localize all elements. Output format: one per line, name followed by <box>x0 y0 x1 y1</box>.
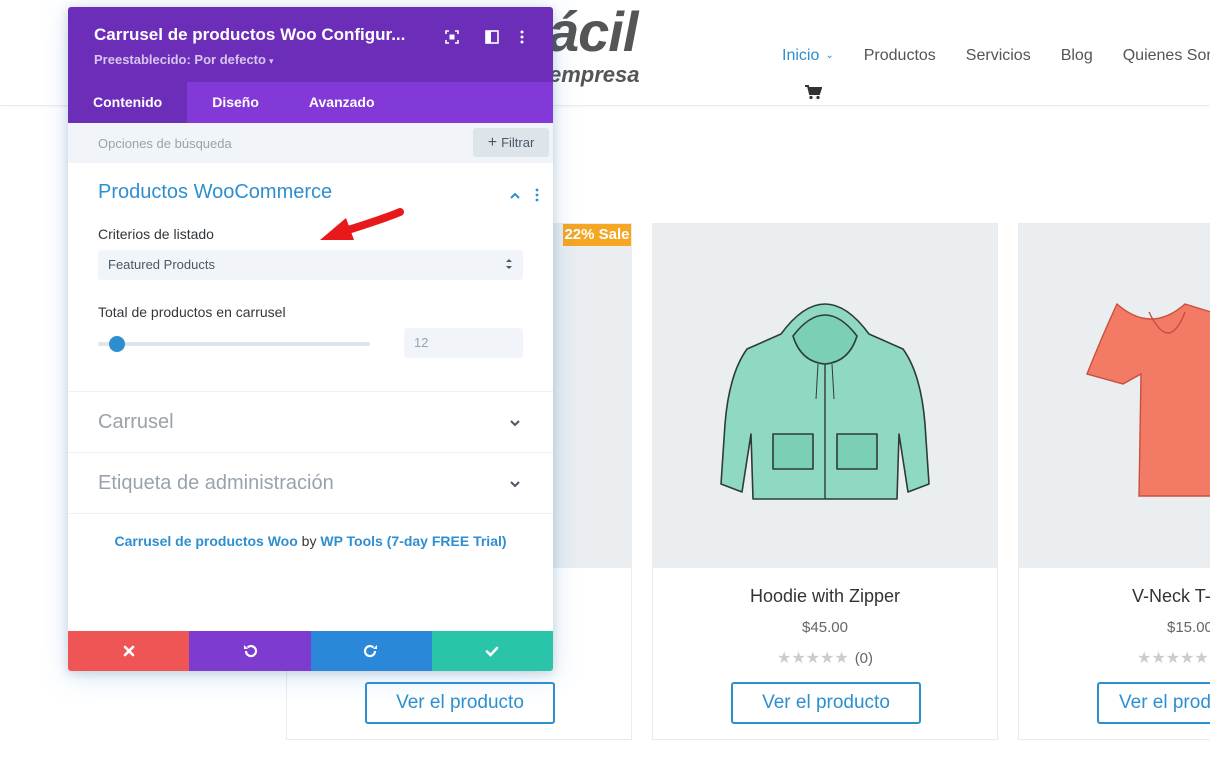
cart-icon[interactable] <box>804 84 822 100</box>
star-rating-icon: ★★★★★ <box>776 650 849 667</box>
tab-contenido[interactable]: Contenido <box>68 82 188 123</box>
undo-button[interactable] <box>189 631 311 671</box>
criteria-select[interactable]: Featured Products <box>98 250 523 280</box>
chevron-down-icon[interactable] <box>508 477 522 491</box>
divider <box>68 391 553 392</box>
chevron-down-icon[interactable] <box>508 416 522 430</box>
product-price: $45.00 <box>802 619 848 636</box>
section-admin-label-title[interactable]: Etiqueta de administración <box>98 472 334 495</box>
site-logo[interactable]: ácil <box>548 0 638 64</box>
product-image[interactable] <box>1019 224 1210 568</box>
chevron-up-icon[interactable] <box>508 189 522 203</box>
save-button[interactable] <box>431 631 553 671</box>
divider <box>68 452 553 453</box>
product-name[interactable]: Hoodie with Zipper <box>653 586 997 607</box>
section-woocommerce-title[interactable]: Productos WooCommerce <box>98 181 332 204</box>
redo-button[interactable] <box>310 631 432 671</box>
vendor-link[interactable]: WP Tools (7-day FREE Trial) <box>320 533 506 549</box>
fullscreen-icon[interactable] <box>444 29 460 45</box>
total-products-input[interactable]: 12 <box>404 328 523 358</box>
page: ácil empresa Inicio ⌄ Productos Servicios… <box>0 0 1210 778</box>
site-logo-subtitle: empresa <box>549 62 640 87</box>
nav-item-label: Inicio <box>782 47 820 64</box>
total-products-slider[interactable] <box>98 336 370 352</box>
product-card: V-Neck T-Shirt $15.00 ★★★★★ Ver el produ… <box>1018 223 1210 740</box>
modal-header: Carrusel de productos Woo Configur... Pr… <box>68 7 553 82</box>
nav-item-quienes-somos[interactable]: Quienes Somos <box>1123 47 1210 65</box>
search-options-input[interactable]: Opciones de búsqueda <box>98 136 232 151</box>
redo-icon <box>364 644 378 658</box>
filter-button[interactable]: + Filtrar <box>473 128 549 157</box>
more-options-icon[interactable] <box>518 29 526 45</box>
annotation-arrow-icon <box>320 208 404 240</box>
slider-handle[interactable] <box>109 336 126 352</box>
check-icon <box>486 646 499 657</box>
product-price: $15.00 <box>1167 619 1210 636</box>
preset-selector[interactable]: Preestablecido: Por defecto ▾ <box>94 52 273 67</box>
split-view-icon[interactable] <box>484 29 500 45</box>
preset-label: Preestablecido: Por defecto <box>94 52 266 67</box>
section-menu-icon[interactable] <box>534 188 540 202</box>
divider <box>68 513 553 514</box>
nav-item-inicio[interactable]: Inicio ⌄ <box>782 47 834 65</box>
main-nav: Inicio ⌄ Productos Servicios Blog Quienes… <box>782 47 1210 65</box>
product-image[interactable] <box>653 224 997 568</box>
modal-tabs: Contenido Diseño Avanzado <box>68 82 553 123</box>
criteria-label: Criterios de listado <box>98 226 214 242</box>
product-card: Hoodie with Zipper $45.00 ★★★★★ (0) Ver e… <box>652 223 998 740</box>
product-rating: ★★★★★ (0) <box>653 648 997 668</box>
nav-item-productos[interactable]: Productos <box>864 47 936 65</box>
tab-avanzado[interactable]: Avanzado <box>284 82 400 123</box>
select-arrows-icon <box>506 259 512 269</box>
close-icon <box>123 645 134 657</box>
view-product-button[interactable]: Ver el producto <box>1097 682 1210 724</box>
tab-diseno[interactable]: Diseño <box>187 82 284 123</box>
module-link[interactable]: Carrusel de productos Woo <box>114 533 297 549</box>
modal-title: Carrusel de productos Woo Configur... <box>94 25 406 44</box>
rating-count: (0) <box>854 650 874 667</box>
settings-modal: Carrusel de productos Woo Configur... Pr… <box>68 7 553 671</box>
credits-line: Carrusel de productos Woo by WP Tools (7… <box>68 533 553 549</box>
criteria-select-value: Featured Products <box>108 257 215 272</box>
modal-actions <box>68 631 553 671</box>
sale-badge: 22% Sale <box>563 224 631 246</box>
undo-icon <box>243 644 257 658</box>
product-rating: ★★★★★ <box>1137 648 1210 668</box>
view-product-button[interactable]: Ver el producto <box>365 682 555 724</box>
tshirt-illustration <box>1086 302 1210 497</box>
total-products-label: Total de productos en carrusel <box>98 304 286 320</box>
credits-by: by <box>301 533 317 549</box>
filter-label: Filtrar <box>501 135 535 150</box>
hoodie-illustration <box>720 303 930 500</box>
product-name[interactable]: V-Neck T-Shirt <box>1132 586 1210 607</box>
star-rating-icon: ★★★★★ <box>1137 650 1209 667</box>
chevron-down-icon: ⌄ <box>825 50 834 61</box>
search-options-bar: Opciones de búsqueda + Filtrar <box>68 123 553 163</box>
cancel-button[interactable] <box>68 631 190 671</box>
caret-down-icon: ▾ <box>268 56 274 66</box>
nav-item-blog[interactable]: Blog <box>1061 47 1093 65</box>
section-carousel-title[interactable]: Carrusel <box>98 411 174 434</box>
nav-item-servicios[interactable]: Servicios <box>966 47 1031 65</box>
view-product-button[interactable]: Ver el producto <box>731 682 921 724</box>
plus-icon: + <box>487 134 498 151</box>
